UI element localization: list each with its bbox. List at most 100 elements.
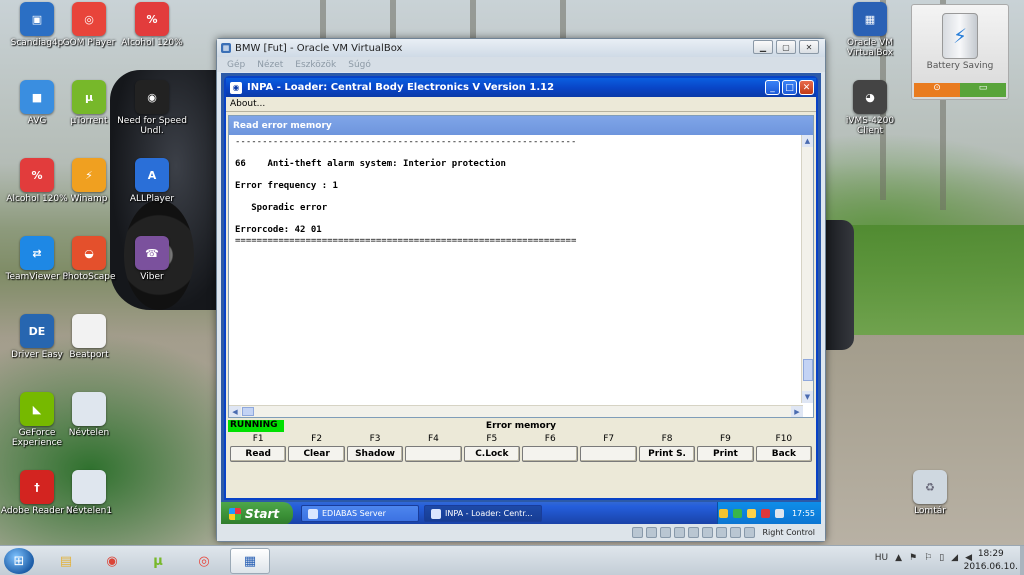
fkey-f1: F1 Read — [230, 433, 287, 468]
chrome-icon[interactable]: ◉ — [92, 548, 132, 574]
host-clock[interactable]: 18:29 2016.06.10. — [964, 548, 1018, 574]
language-indicator[interactable]: HU — [875, 553, 888, 563]
desktop-shortcut[interactable]: ◉ Need for Speed Undl. — [115, 80, 189, 136]
fkey-number: F5 — [486, 434, 498, 444]
fkey-button-f3[interactable]: Shadow — [346, 446, 404, 462]
maximize-button[interactable]: ▢ — [776, 40, 796, 54]
usb-icon[interactable] — [660, 527, 672, 538]
minimize-button[interactable]: _ — [765, 80, 780, 95]
windows-start-icon[interactable]: ⊞ — [4, 548, 34, 574]
optical-drive-icon[interactable] — [646, 527, 658, 538]
guest-start-button[interactable]: Start — [221, 502, 293, 525]
scroll-thumb[interactable] — [803, 359, 813, 381]
mouse-integration-icon[interactable] — [730, 527, 742, 538]
close-button[interactable]: ✕ — [799, 40, 819, 54]
show-desktop-button[interactable] — [1020, 546, 1024, 575]
desktop-shortcut[interactable]: Beatport — [52, 314, 126, 360]
power-icon[interactable]: ⊙ — [914, 83, 960, 97]
vbox-menu-item[interactable]: Nézet — [257, 60, 283, 70]
vertical-scrollbar[interactable]: ▲ ▼ — [801, 135, 813, 403]
scroll-right-icon[interactable]: ▶ — [791, 406, 803, 417]
fkey-button-f2[interactable]: Clear — [288, 446, 345, 462]
scroll-thumb[interactable] — [242, 407, 254, 416]
fkey-button-f1[interactable]: Read — [230, 446, 287, 462]
host-key-label: Right Control — [762, 528, 815, 537]
maximize-button[interactable]: □ — [782, 80, 797, 95]
inpa-window-controls: _ □ ✕ — [765, 80, 814, 95]
close-button[interactable]: ✕ — [799, 80, 814, 95]
taskbar-item-inpa[interactable]: INPA - Loader: Centr... — [424, 505, 542, 522]
document-icon — [72, 314, 106, 348]
tray-volume-icon[interactable] — [774, 509, 784, 518]
fkey-number: F7 — [603, 434, 615, 444]
shared-folder-icon[interactable] — [688, 527, 700, 538]
bmw-icon: ◉ — [230, 81, 242, 94]
vbox-menu-item[interactable]: Gép — [227, 60, 245, 70]
fkey-button-f4[interactable] — [405, 446, 462, 462]
fkey-button-f7[interactable] — [580, 446, 637, 462]
fkey-button-f10[interactable]: Back — [755, 446, 813, 462]
horizontal-scrollbar[interactable]: ◀ ▶ — [229, 405, 803, 417]
desktop-shortcut[interactable]: A ALLPlayer — [115, 158, 189, 204]
desktop-shortcut[interactable]: % Alcohol 120% — [115, 2, 189, 48]
utorrent-icon[interactable]: µ — [138, 548, 178, 574]
desktop-shortcut[interactable]: ◕ iVMS-4200 Client — [833, 80, 907, 136]
ivms-icon: ◕ — [853, 80, 887, 114]
scroll-left-icon[interactable]: ◀ — [229, 406, 241, 417]
inpa-window[interactable]: ◉ INPA - Loader: Central Body Electronic… — [224, 76, 818, 500]
fkey-button-f6[interactable] — [522, 446, 579, 462]
tray-app-icon[interactable] — [718, 509, 728, 518]
taskbar-item-ediabas[interactable]: EDIABAS Server — [301, 505, 419, 522]
taskbar-item-label: EDIABAS Server — [322, 509, 386, 518]
tray-expand-icon[interactable]: ▲ — [895, 553, 902, 563]
battery-mode-bar[interactable]: ⊙ ▭ — [914, 83, 1006, 97]
tray-security-icon[interactable]: ⚑ — [909, 553, 917, 563]
desktop-shortcut[interactable]: Névtelen — [52, 392, 126, 438]
fkey-f2: F2 Clear — [288, 433, 345, 468]
guest-taskbar: Start EDIABAS Server INPA - Loader: Cent… — [221, 502, 821, 525]
desktop-shortcut-label: Névtelen1 — [65, 506, 113, 516]
fkey-number: F6 — [544, 434, 556, 444]
tray-shield-icon[interactable] — [746, 509, 756, 518]
desktop-shortcut-label: ALLPlayer — [129, 194, 175, 204]
fkey-button-f8[interactable]: Print S. — [638, 446, 696, 462]
desktop-shortcut[interactable]: ☎ Viber — [115, 236, 189, 282]
desktop-shortcut[interactable]: ♻ Lomtár — [893, 470, 967, 516]
tray-network-icon[interactable] — [732, 509, 742, 518]
network-icon[interactable] — [674, 527, 686, 538]
virtualbox-icon[interactable]: ▦ — [230, 548, 270, 574]
fkey-button-f5[interactable]: C.Lock — [463, 446, 521, 462]
keyboard-icon[interactable] — [744, 527, 756, 538]
tray-flag-icon[interactable]: ⚐ — [924, 553, 932, 563]
vbox-titlebar[interactable]: ▦ BMW [Fut] - Oracle VM VirtualBox ▁ ▢ ✕ — [217, 39, 825, 57]
tray-battery-icon[interactable]: ▯ — [939, 553, 944, 563]
hdd-icon[interactable] — [632, 527, 644, 538]
virtualbox-window[interactable]: ▦ BMW [Fut] - Oracle VM VirtualBox ▁ ▢ ✕… — [216, 38, 826, 542]
video-capture-icon[interactable] — [716, 527, 728, 538]
desktop-shortcut-label: Névtelen — [68, 428, 110, 438]
separator-line: ========================================… — [235, 236, 577, 246]
guest-clock: 17:55 — [791, 509, 815, 518]
scroll-up-icon[interactable]: ▲ — [802, 135, 813, 147]
desktop-shortcut-label: iVMS-4200 Client — [845, 116, 895, 136]
battery-saving-widget[interactable]: ⚡ Battery Saving ⊙ ▭ — [911, 4, 1009, 100]
inpa-window-title: INPA - Loader: Central Body Electronics … — [247, 82, 555, 93]
tray-alert-icon[interactable] — [760, 509, 770, 518]
display-icon[interactable] — [702, 527, 714, 538]
teamviewer-icon: ⇄ — [20, 236, 54, 270]
folder-icon[interactable]: ▤ — [46, 548, 86, 574]
minimize-button[interactable]: ▁ — [753, 40, 773, 54]
battery-icon[interactable]: ▭ — [960, 83, 1006, 97]
vbox-menu-item[interactable]: Súgó — [348, 60, 371, 70]
desktop-shortcut[interactable]: ▦ Oracle VM VirtualBox — [833, 2, 907, 58]
menu-about[interactable]: About... — [230, 99, 265, 109]
battery-widget-label: Battery Saving — [926, 61, 994, 71]
scroll-down-icon[interactable]: ▼ — [802, 391, 813, 403]
gom-player-icon[interactable]: ◎ — [184, 548, 224, 574]
fkey-button-f9[interactable]: Print — [697, 446, 754, 462]
tray-network-icon[interactable]: ◢ — [951, 553, 958, 563]
desktop-shortcut[interactable]: Névtelen1 — [52, 470, 126, 516]
guest-screen[interactable]: ◉ INPA - Loader: Central Body Electronic… — [221, 73, 821, 525]
vbox-menu-item[interactable]: Eszközök — [295, 60, 336, 70]
inpa-titlebar[interactable]: ◉ INPA - Loader: Central Body Electronic… — [226, 78, 816, 97]
